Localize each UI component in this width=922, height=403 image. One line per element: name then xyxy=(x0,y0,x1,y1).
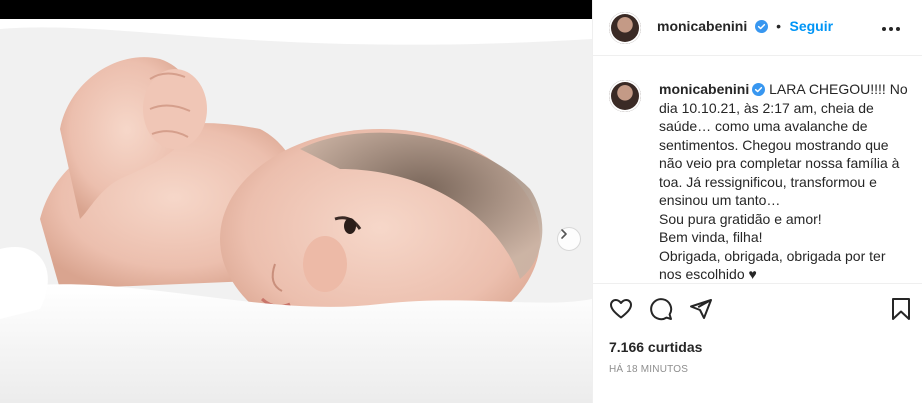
caption-first-paragraph: monicabenini LARA CHEGOU!!!! No dia 10.1… xyxy=(659,80,909,210)
follow-button[interactable]: Seguir xyxy=(790,18,834,34)
bookmark-icon[interactable] xyxy=(889,297,913,321)
action-bar xyxy=(593,283,922,333)
caption-line: Obrigada, obrigada, obrigada por ter nos… xyxy=(659,247,886,283)
carousel-next-button[interactable] xyxy=(557,227,581,251)
separator-dot: • xyxy=(776,18,782,34)
header-user-line: monicabenini • Seguir xyxy=(657,18,833,36)
post-photo[interactable] xyxy=(0,19,592,403)
caption-line: LARA CHEGOU!!!! No dia 10.10.21, às 2:17… xyxy=(659,81,908,208)
post-header: monicabenini • Seguir xyxy=(593,0,922,56)
caption-avatar[interactable] xyxy=(609,80,641,112)
caption-area: monicabenini LARA CHEGOU!!!! No dia 10.1… xyxy=(593,56,922,283)
caption-line: Sou pura gratidão e amor! xyxy=(659,210,822,227)
comment-icon[interactable] xyxy=(649,297,673,321)
caption: monicabenini LARA CHEGOU!!!! No dia 10.1… xyxy=(659,80,909,283)
caption-username[interactable]: monicabenini xyxy=(659,81,749,97)
header-username[interactable]: monicabenini xyxy=(657,18,747,34)
avatar[interactable] xyxy=(609,12,641,44)
likes-count[interactable]: 7.166 curtidas xyxy=(609,339,702,355)
baby-photo-illustration xyxy=(0,19,592,403)
chevron-right-icon xyxy=(561,229,567,239)
post-sidebar: monicabenini • Seguir monicabenini LARA … xyxy=(592,0,922,403)
more-options-icon xyxy=(882,27,900,31)
post-timestamp[interactable]: HÁ 18 MINUTOS xyxy=(609,364,688,375)
heart-icon[interactable] xyxy=(609,297,633,321)
caption-line: Bem vinda, filha! xyxy=(659,229,763,245)
verified-badge-icon xyxy=(752,83,766,96)
share-icon[interactable] xyxy=(689,297,713,321)
more-options-button[interactable] xyxy=(879,17,903,41)
verified-badge-icon xyxy=(754,20,768,33)
